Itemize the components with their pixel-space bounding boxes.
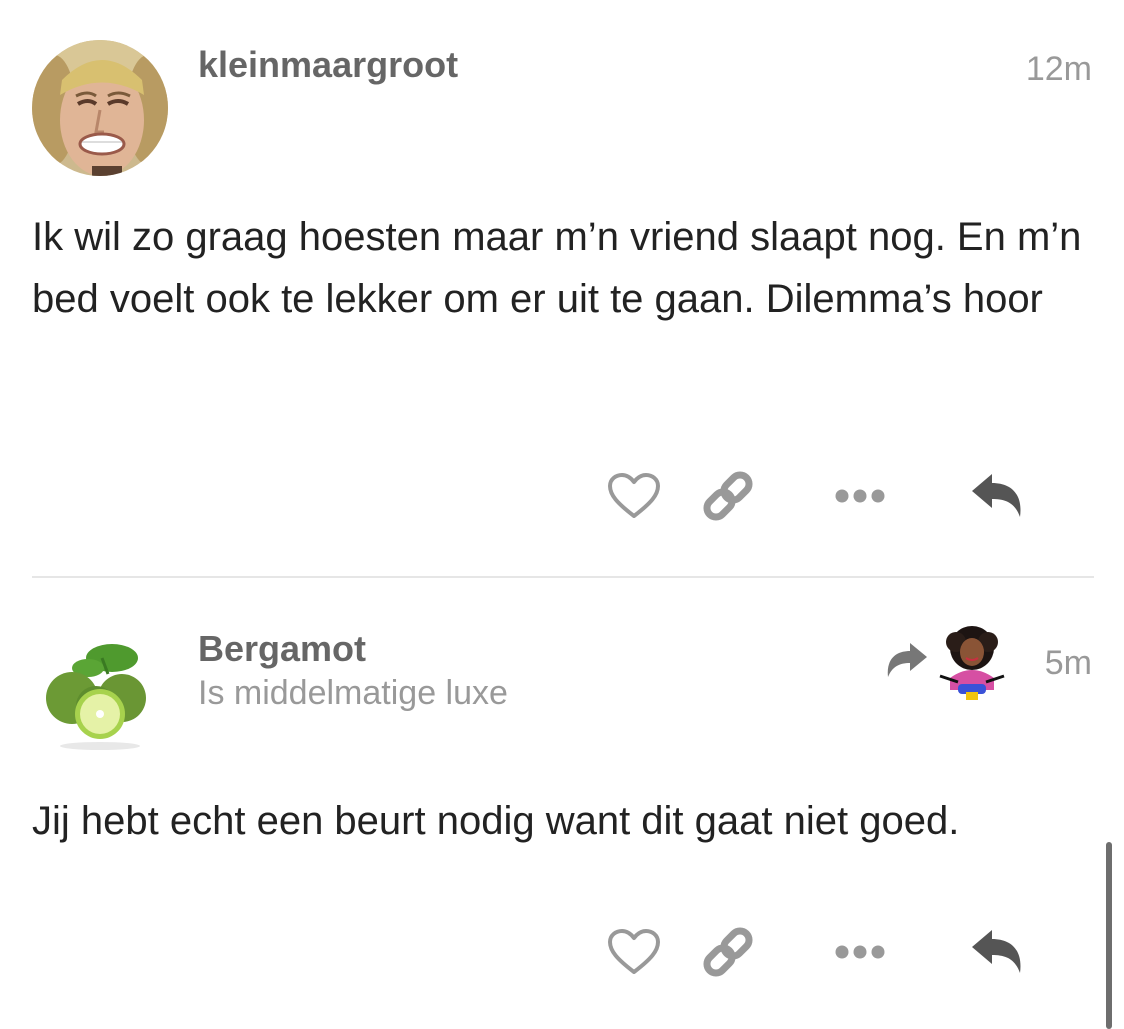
post-actions [604,922,1034,982]
bergamot-image [32,628,168,764]
post-2: Bergamot Is middelmatige luxe 5m Jij heb… [0,578,1124,1029]
more-icon [835,945,885,959]
heart-icon [608,473,660,518]
reblogged-from-avatar[interactable] [936,624,1008,702]
reply-icon [972,474,1021,517]
username[interactable]: kleinmaargroot [198,44,458,86]
post-time: 12m [1025,50,1092,88]
link-button[interactable] [698,466,758,526]
user-avatar[interactable] [32,40,168,176]
link-icon [703,471,753,521]
reply-button[interactable] [968,466,1028,526]
reply-icon [972,930,1021,973]
more-button[interactable] [830,466,890,526]
username[interactable]: Bergamot [198,628,366,670]
post-text: Ik wil zo graag hoesten maar m’n vriend … [32,215,1082,321]
link-icon [703,927,753,977]
more-button[interactable] [830,922,890,982]
post-actions [604,466,1034,526]
post-time: 5m [1044,644,1092,682]
more-icon [835,489,885,503]
post-1: kleinmaargroot 12m Ik wil zo graag hoest… [0,0,1124,578]
like-button[interactable] [604,922,664,982]
user-avatar[interactable] [32,628,168,764]
user-status: Is middelmatige luxe [198,674,508,712]
reply-button[interactable] [968,922,1028,982]
reblog-arrow-icon [887,643,927,677]
link-button[interactable] [698,922,758,982]
like-button[interactable] [604,466,664,526]
heart-icon [608,929,660,974]
scrollbar[interactable] [1106,842,1112,1029]
avatar-photo [32,40,168,176]
post-text: Jij hebt echt een beurt nodig want dit g… [32,799,960,843]
